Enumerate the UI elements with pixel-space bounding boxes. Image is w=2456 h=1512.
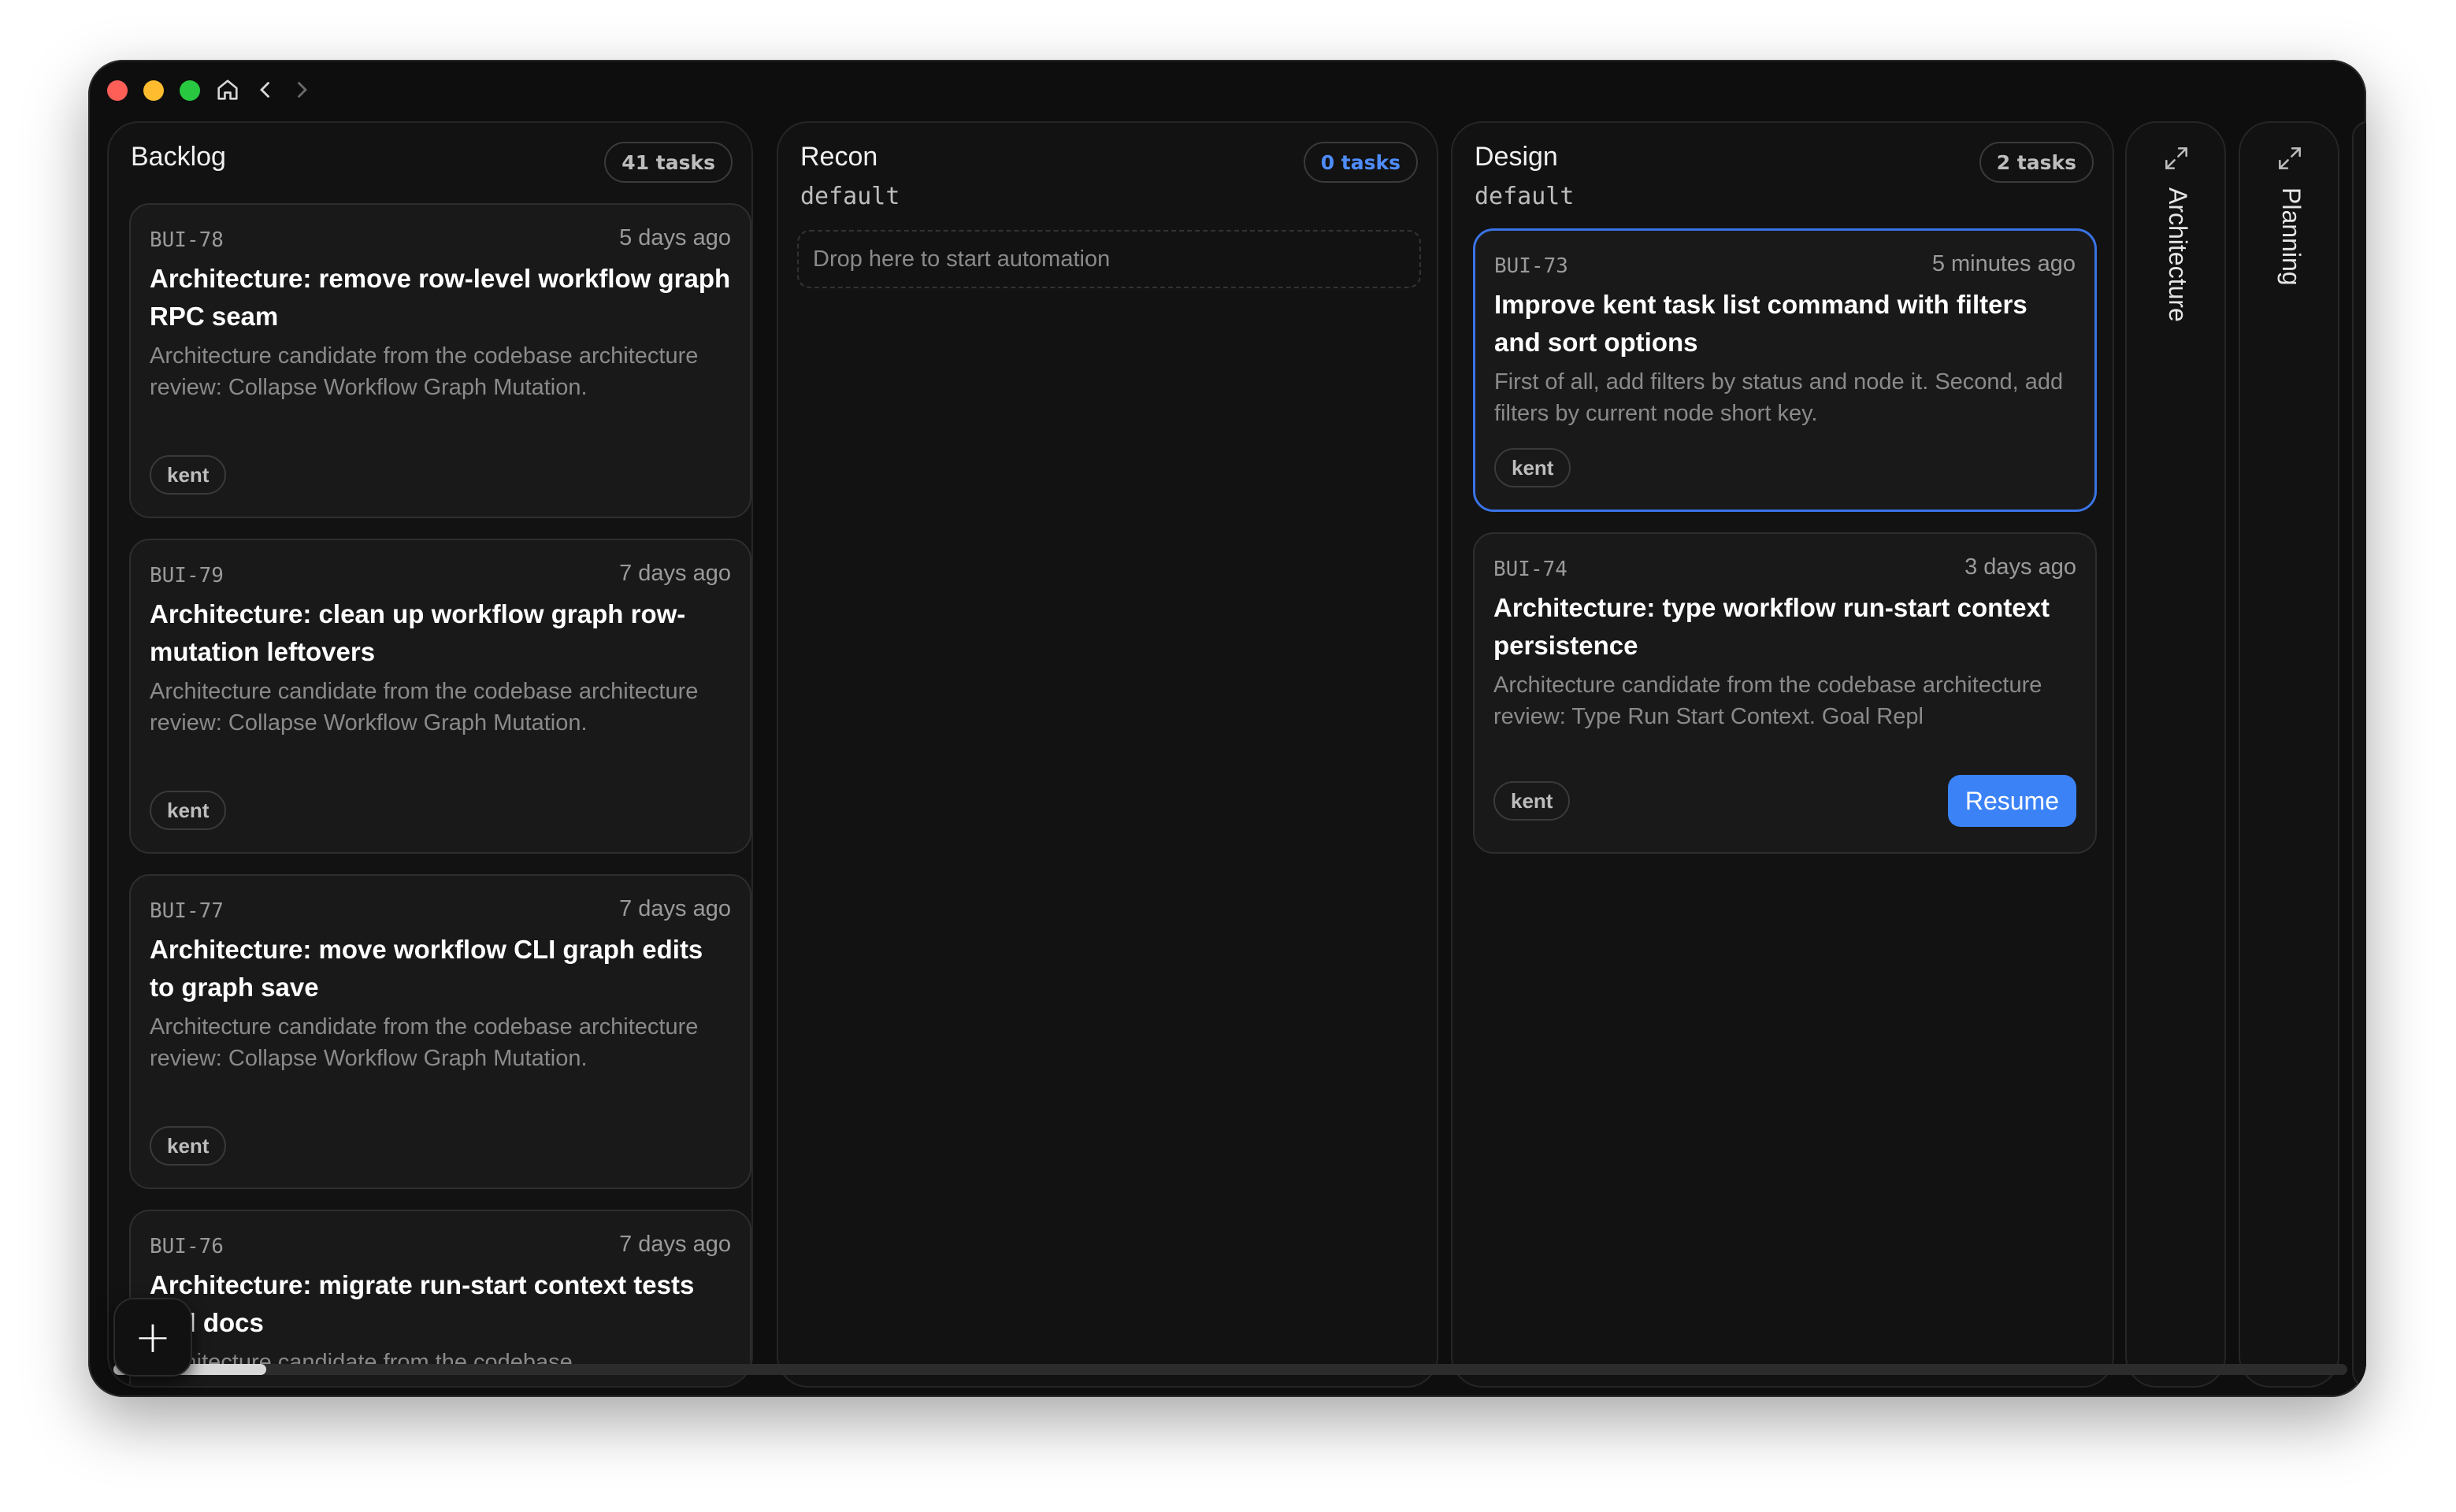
resume-button[interactable]: Resume bbox=[1947, 775, 2076, 827]
column-title: Architecture bbox=[2164, 187, 2192, 322]
task-title: Architecture: move workflow CLI graph ed… bbox=[150, 935, 703, 1002]
column-title: Design bbox=[1475, 142, 1558, 172]
task-count-badge: 41 tasks bbox=[604, 142, 733, 183]
task-tag[interactable]: kent bbox=[1493, 781, 1571, 821]
title-bar bbox=[88, 60, 2366, 120]
horizontal-scrollbar-track[interactable] bbox=[113, 1364, 2347, 1375]
minimize-window-button[interactable] bbox=[143, 80, 164, 101]
task-description: Architecture candidate from the codebase… bbox=[150, 679, 699, 736]
task-title: Architecture: migrate run-start context … bbox=[150, 1270, 695, 1337]
column-planning-collapsed[interactable]: Planning bbox=[2239, 121, 2339, 1388]
column-title: Planning bbox=[2277, 187, 2306, 286]
task-title: Architecture: clean up workflow graph ro… bbox=[150, 599, 686, 666]
column-backlog: Backlog 41 tasks BUI-78 5 days ago Archi… bbox=[107, 121, 753, 1388]
expand-icon[interactable] bbox=[2275, 143, 2305, 173]
plus-icon: + bbox=[134, 1311, 172, 1363]
app-window: Backlog 41 tasks BUI-78 5 days ago Archi… bbox=[88, 60, 2366, 1397]
task-time: 5 days ago bbox=[619, 225, 731, 250]
task-card[interactable]: BUI-76 7 days ago Architecture: migrate … bbox=[129, 1210, 751, 1386]
task-count-badge: 2 tasks bbox=[1979, 142, 2094, 183]
column-subtitle: default bbox=[1475, 183, 1575, 210]
task-id: BUI-76 bbox=[150, 1235, 224, 1258]
task-card-selected[interactable]: BUI-73 5 minutes ago Improve kent task l… bbox=[1473, 228, 2097, 512]
column-design: Design default 2 tasks BUI-73 5 minutes … bbox=[1451, 121, 2114, 1388]
task-time: 5 minutes ago bbox=[1931, 251, 2076, 276]
task-time: 7 days ago bbox=[619, 1232, 731, 1257]
task-id: BUI-79 bbox=[150, 564, 224, 587]
home-icon[interactable] bbox=[214, 76, 241, 103]
task-card[interactable]: BUI-74 3 days ago Architecture: type wor… bbox=[1473, 532, 2097, 854]
chevron-left-icon[interactable] bbox=[252, 76, 279, 103]
task-description: Architecture candidate from the codebase… bbox=[150, 1014, 699, 1071]
add-task-button[interactable]: + bbox=[113, 1298, 192, 1377]
task-time: 3 days ago bbox=[1964, 554, 2076, 580]
task-card[interactable]: BUI-79 7 days ago Architecture: clean up… bbox=[129, 539, 751, 854]
column-architecture-collapsed[interactable]: Architecture bbox=[2125, 121, 2226, 1388]
chevron-right-icon[interactable] bbox=[288, 76, 315, 103]
task-id: BUI-78 bbox=[150, 228, 224, 252]
task-description: First of all, add filters by status and … bbox=[1494, 369, 2064, 426]
task-title: Architecture: remove row-level workflow … bbox=[150, 264, 731, 331]
task-title: Architecture: type workflow run-start co… bbox=[1493, 593, 2050, 660]
column-recon: Recon default 0 tasks Drop here to start… bbox=[777, 121, 1438, 1388]
task-card[interactable]: BUI-78 5 days ago Architecture: remove r… bbox=[129, 203, 751, 518]
task-tag[interactable]: kent bbox=[150, 455, 227, 495]
task-time: 7 days ago bbox=[619, 561, 731, 586]
drop-zone[interactable]: Drop here to start automation bbox=[797, 230, 1421, 288]
task-count-badge: 0 tasks bbox=[1303, 142, 1418, 183]
expand-icon[interactable] bbox=[2161, 143, 2191, 173]
task-time: 7 days ago bbox=[619, 896, 731, 921]
task-tag[interactable]: kent bbox=[1494, 448, 1571, 487]
close-window-button[interactable] bbox=[107, 80, 128, 101]
column-partial bbox=[2352, 121, 2366, 1388]
task-id: BUI-77 bbox=[150, 899, 224, 923]
column-title: Recon bbox=[800, 142, 878, 172]
task-id: BUI-74 bbox=[1493, 558, 1567, 581]
column-title: Backlog bbox=[131, 142, 226, 172]
task-title: Improve kent task list command with filt… bbox=[1494, 290, 2027, 357]
maximize-window-button[interactable] bbox=[180, 80, 200, 101]
task-card[interactable]: BUI-77 7 days ago Architecture: move wor… bbox=[129, 874, 751, 1189]
task-description: Architecture candidate from the codebase… bbox=[150, 343, 699, 400]
task-tag[interactable]: kent bbox=[150, 791, 227, 830]
task-id: BUI-73 bbox=[1494, 254, 1568, 278]
task-tag[interactable]: kent bbox=[150, 1126, 227, 1166]
column-subtitle: default bbox=[800, 183, 900, 210]
task-description: Architecture candidate from the codebase… bbox=[1493, 673, 2042, 729]
